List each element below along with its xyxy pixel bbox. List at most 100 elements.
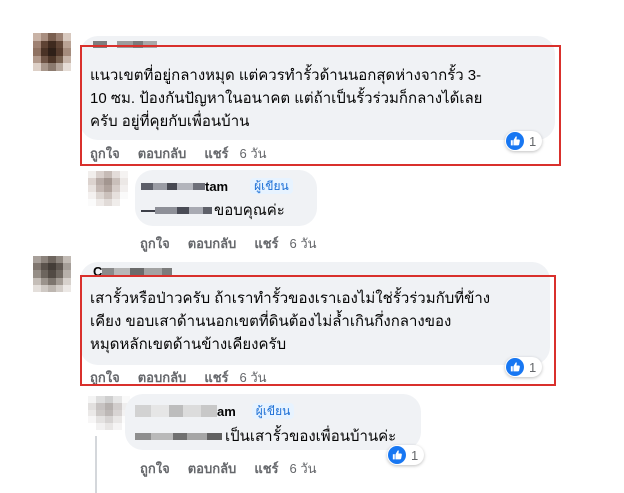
avatar-pixel xyxy=(113,416,122,424)
avatar-pixel xyxy=(40,55,49,64)
avatar-pixel xyxy=(113,423,122,430)
avatar-pixel xyxy=(63,40,71,49)
avatar-pixel xyxy=(63,33,71,41)
reply-actions: ถูกใจ ตอบกลับ แชร์ 6 วัน xyxy=(140,234,317,252)
avatar-pixel xyxy=(33,40,41,49)
redacted-text xyxy=(135,433,222,440)
redaction-block xyxy=(187,433,207,440)
redaction-block xyxy=(177,207,189,214)
avatar-pixel xyxy=(55,33,64,41)
redaction-block xyxy=(162,267,173,275)
reply-author[interactable]: tam ผู้เขียน xyxy=(141,178,293,194)
avatar-pixel xyxy=(104,178,112,185)
avatar-pixel xyxy=(96,416,105,424)
avatar-pixel xyxy=(55,277,64,285)
avatar-pixel xyxy=(63,277,71,285)
avatar-pixel xyxy=(48,270,56,278)
avatar-pixel xyxy=(48,48,56,56)
avatar-pixel xyxy=(113,409,122,417)
avatar-pixel xyxy=(120,199,128,206)
avatar-pixel xyxy=(40,263,49,271)
avatar-pixel xyxy=(55,270,64,278)
avatar-pixel xyxy=(104,199,112,206)
redaction-block xyxy=(203,207,212,214)
redaction-block xyxy=(130,267,145,275)
share-button[interactable]: แชร์ xyxy=(254,233,278,254)
timestamp-link[interactable]: 6 วัน xyxy=(290,458,317,479)
avatar-pixel xyxy=(33,55,41,64)
avatar-pixel xyxy=(96,409,105,417)
reply-avatar[interactable] xyxy=(88,396,130,430)
reply-bubble: tam ผู้เขียน ขอบคุณค่ะ xyxy=(135,170,317,226)
avatar-pixel xyxy=(33,63,41,71)
avatar-pixel xyxy=(112,199,120,206)
avatar-pixel xyxy=(63,284,71,292)
author-name[interactable]: am xyxy=(217,404,236,419)
like-button[interactable]: ถูกใจ xyxy=(140,458,170,479)
avatar-pixel xyxy=(40,277,49,285)
avatar-pixel xyxy=(120,185,128,192)
avatar-pixel xyxy=(63,270,71,278)
avatar-pixel xyxy=(40,40,49,49)
reply-avatar[interactable] xyxy=(88,171,128,206)
highlight-box xyxy=(80,275,556,386)
avatar-pixel xyxy=(48,277,56,285)
avatar-pixel xyxy=(55,284,64,292)
avatar-pixel xyxy=(63,48,71,56)
timestamp-link[interactable]: 6 วัน xyxy=(290,233,317,254)
avatar-pixel xyxy=(33,263,41,271)
redaction-block xyxy=(141,209,155,212)
avatar-pixel xyxy=(33,270,41,278)
reaction-summary[interactable]: 1 xyxy=(387,445,425,465)
author-name[interactable]: tam xyxy=(205,179,228,194)
redaction-block xyxy=(144,267,163,275)
author-badge: ผู้เขียน xyxy=(251,403,295,419)
avatar-pixel xyxy=(104,192,112,199)
redacted-name xyxy=(102,267,173,275)
avatar-pixel xyxy=(40,256,49,264)
redaction-block xyxy=(189,207,203,214)
redaction-block xyxy=(173,433,187,440)
avatar-pixel xyxy=(88,199,96,206)
avatar-pixel xyxy=(55,263,64,271)
reply-button[interactable]: ตอบกลับ xyxy=(188,458,237,479)
avatar-pixel xyxy=(112,171,120,178)
reply-button[interactable]: ตอบกลับ xyxy=(188,233,237,254)
avatar-pixel xyxy=(113,396,122,403)
avatar-pixel xyxy=(112,178,120,185)
reaction-count: 1 xyxy=(411,447,419,463)
redaction-block xyxy=(141,182,153,190)
avatar-pixel xyxy=(88,185,96,192)
avatar-pixel xyxy=(96,402,105,410)
commenter-avatar[interactable] xyxy=(33,256,71,292)
avatar-pixel xyxy=(113,402,122,410)
avatar-pixel xyxy=(48,256,56,264)
avatar-pixel xyxy=(40,48,49,56)
avatar-pixel xyxy=(88,178,96,185)
avatar-pixel xyxy=(112,192,120,199)
highlight-box xyxy=(80,45,561,166)
avatar-pixel xyxy=(104,423,114,430)
commenter-avatar[interactable] xyxy=(33,33,71,71)
redaction-block xyxy=(135,433,151,440)
avatar-pixel xyxy=(48,33,56,41)
redaction-block xyxy=(151,433,173,440)
redaction-block xyxy=(151,405,169,417)
avatar-pixel xyxy=(96,396,105,403)
avatar-pixel xyxy=(63,55,71,64)
redaction-block xyxy=(183,405,201,417)
avatar-pixel xyxy=(104,185,112,192)
redaction-block xyxy=(135,405,151,417)
share-button[interactable]: แชร์ xyxy=(254,458,278,479)
like-icon xyxy=(388,446,406,464)
avatar-pixel xyxy=(33,256,41,264)
like-button[interactable]: ถูกใจ xyxy=(140,233,170,254)
avatar-pixel xyxy=(48,63,56,71)
avatar-pixel xyxy=(48,40,56,49)
avatar-pixel xyxy=(104,171,112,178)
avatar-pixel xyxy=(48,55,56,64)
avatar-pixel xyxy=(63,263,71,271)
reply-author[interactable]: am ผู้เขียน xyxy=(135,403,295,419)
redaction-block xyxy=(153,182,167,190)
redaction-block xyxy=(201,405,217,417)
